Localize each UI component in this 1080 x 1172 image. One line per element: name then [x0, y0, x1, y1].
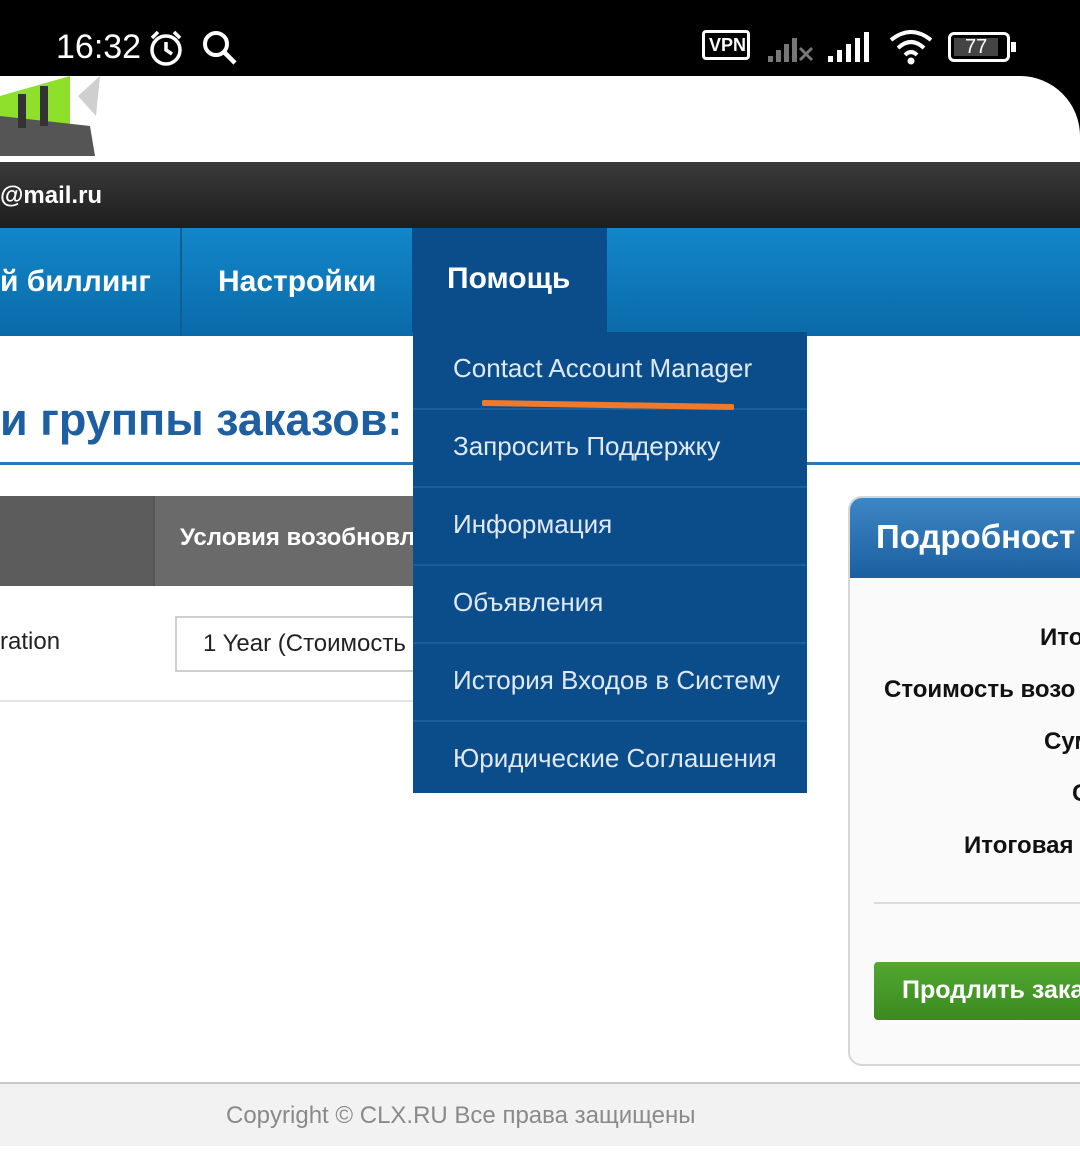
- table-row: ration 1 Year (Стоимость: [0, 586, 439, 702]
- user-email[interactable]: @mail.ru: [0, 182, 102, 210]
- signal-off-icon: [768, 38, 814, 62]
- summary-line: Стоимость возо: [884, 676, 1076, 703]
- web-page: @mail.ru й биллинг Настройки Помощь и гр…: [0, 76, 1080, 1172]
- renewal-terms-header: Условия возобновл: [180, 524, 415, 551]
- menu-item-label: Объявления: [453, 587, 604, 617]
- alarm-icon: [150, 30, 182, 66]
- site-logo[interactable]: [0, 76, 110, 156]
- menu-item-login-history[interactable]: История Входов в Систему: [413, 644, 807, 722]
- summary-line: Итоговая: [964, 832, 1074, 859]
- status-bar: 16:32 VPN 77: [0, 0, 1080, 76]
- table-header: Условия возобновл: [0, 496, 420, 586]
- highlight-underline: [482, 400, 734, 410]
- menu-item-label: История Входов в Систему: [453, 665, 780, 695]
- menu-item-contact-manager[interactable]: Contact Account Manager: [413, 332, 807, 410]
- battery-level: 77: [965, 36, 988, 58]
- vpn-label: VPN: [709, 35, 747, 55]
- renewal-term-select[interactable]: 1 Year (Стоимость: [175, 616, 439, 672]
- user-bar: @mail.ru: [0, 162, 1080, 228]
- battery-icon: 77: [948, 32, 1016, 62]
- renew-order-label: Продлить зака: [902, 976, 1080, 1004]
- nav-item-billing[interactable]: й биллинг: [0, 228, 151, 336]
- wifi-icon: [889, 30, 933, 65]
- menu-item-announcements[interactable]: Объявления: [413, 566, 807, 644]
- menu-item-information[interactable]: Информация: [413, 488, 807, 566]
- status-time: 16:32: [56, 28, 142, 66]
- panel-header: Подробност: [850, 498, 1080, 578]
- menu-item-label: Информация: [453, 509, 613, 539]
- menu-item-label: Юридические Соглашения: [453, 743, 777, 773]
- nav-item-help[interactable]: Помощь: [412, 228, 607, 332]
- page-footer: Copyright © CLX.RU Все права защищены: [0, 1082, 1080, 1146]
- summary-line: С: [1072, 780, 1080, 808]
- copyright-text: Copyright © CLX.RU Все права защищены: [226, 1102, 696, 1129]
- renew-order-button[interactable]: Продлить зака: [874, 962, 1080, 1020]
- menu-item-label: Запросить Поддержку: [453, 431, 721, 461]
- search-icon: [203, 31, 237, 65]
- nav-separator: [180, 228, 182, 336]
- panel-title: Подробност: [876, 518, 1076, 555]
- order-summary-panel: Подробност Ито Стоимость возо Сум С Итог…: [848, 496, 1080, 1066]
- row-product-name: ration: [0, 628, 61, 655]
- nav-item-help-label: Помощь: [447, 262, 571, 295]
- menu-item-label: Contact Account Manager: [453, 353, 753, 383]
- summary-line: Ито: [1040, 624, 1080, 651]
- renewal-term-value: 1 Year (Стоимость: [203, 630, 406, 657]
- vpn-icon: VPN: [702, 30, 750, 60]
- summary-line: Сум: [1044, 728, 1080, 755]
- table-header-cell: [0, 496, 155, 586]
- panel-divider: [874, 902, 1080, 904]
- nav-item-settings[interactable]: Настройки: [218, 228, 376, 336]
- page-title: и группы заказов:: [0, 394, 403, 445]
- menu-item-request-support[interactable]: Запросить Поддержку: [413, 410, 807, 488]
- signal-icon: [828, 32, 869, 62]
- menu-item-legal-agreements[interactable]: Юридические Соглашения: [413, 722, 807, 798]
